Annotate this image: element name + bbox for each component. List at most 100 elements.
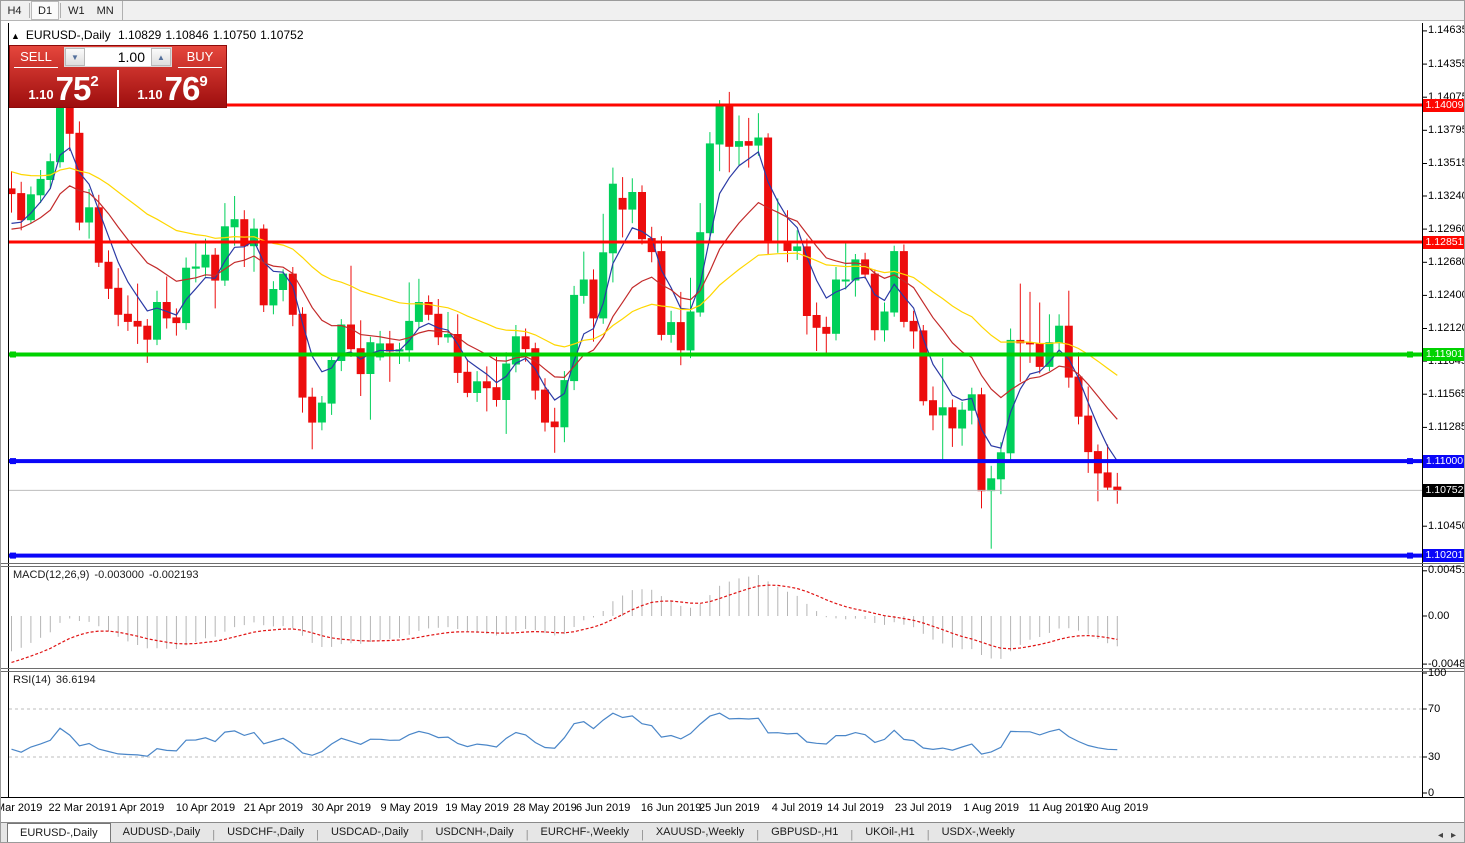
chart-canvas[interactable] bbox=[1, 21, 1465, 843]
current-price-badge: 1.10752 bbox=[1423, 484, 1465, 497]
sell-price-main: 75 bbox=[56, 70, 91, 108]
price-axis-tick: 1.14635 bbox=[1428, 24, 1465, 37]
buy-price[interactable]: 1.10 76 9 bbox=[119, 68, 226, 109]
date-axis-label: 9 May 2019 bbox=[380, 802, 437, 814]
macd-main-value: -0.003000 bbox=[94, 569, 144, 581]
symbol-tab-ukoil-h1[interactable]: UKOil-,H1 bbox=[853, 823, 927, 843]
timeframe-button-w1[interactable]: W1 bbox=[62, 1, 91, 20]
price-level-badge: 1.12851 bbox=[1423, 236, 1465, 249]
price-axis-border bbox=[1422, 23, 1423, 797]
macd-name: MACD(12,26,9) bbox=[13, 569, 89, 581]
hline-1.11000 bbox=[9, 459, 1422, 463]
tab-nav: ◂▸ bbox=[1428, 827, 1465, 843]
rsi-axis-tick: 100 bbox=[1428, 667, 1446, 680]
price-axis-tick: 1.10450 bbox=[1428, 520, 1465, 533]
hline-1.10201 bbox=[9, 554, 1422, 558]
rsi-name: RSI(14) bbox=[13, 674, 51, 686]
date-axis-label: 23 Jul 2019 bbox=[895, 802, 952, 814]
chart-symbol-label: EURUSD-,Daily bbox=[26, 28, 111, 42]
date-axis-label: 11 Aug 2019 bbox=[1029, 802, 1090, 814]
symbol-tab-eurusd-daily[interactable]: EURUSD-,Daily bbox=[7, 823, 111, 843]
sell-button[interactable]: SELL bbox=[10, 46, 62, 68]
date-axis-label: 4 Jul 2019 bbox=[772, 802, 823, 814]
pane-splitter[interactable] bbox=[1, 563, 1465, 564]
sell-price-handle: 1.10 bbox=[28, 87, 53, 102]
sell-price[interactable]: 1.10 75 2 bbox=[10, 68, 117, 109]
symbol-tab-gbpusd-h1[interactable]: GBPUSD-,H1 bbox=[759, 823, 850, 843]
timeframe-button-d1[interactable]: D1 bbox=[31, 1, 59, 20]
toolbar-separator bbox=[29, 3, 30, 18]
price-axis-tick: 1.14355 bbox=[1428, 58, 1465, 71]
ma-slow-line bbox=[12, 168, 1118, 375]
toolbar-separator bbox=[122, 1, 123, 20]
symbol-tab-xauusd-weekly[interactable]: XAUUSD-,Weekly bbox=[644, 823, 756, 843]
buy-price-handle: 1.10 bbox=[137, 87, 162, 102]
chart-title: ▲ EURUSD-,Daily 1.10829 1.10846 1.10750 1.10… bbox=[11, 28, 308, 42]
rsi-axis-tick: 30 bbox=[1428, 751, 1440, 764]
date-axis-label: 1 Apr 2019 bbox=[111, 802, 164, 814]
date-axis-label: 19 May 2019 bbox=[445, 802, 509, 814]
buy-button[interactable]: BUY bbox=[174, 46, 226, 68]
ohlc-close: 1.10752 bbox=[260, 28, 303, 42]
hline-1.11901 bbox=[9, 353, 1422, 357]
volume-increase-icon[interactable]: ▲ bbox=[151, 48, 171, 66]
macd-axis-tick: 0.00 bbox=[1428, 610, 1449, 623]
sell-price-pip: 2 bbox=[90, 73, 98, 90]
rsi-axis-tick: 70 bbox=[1428, 703, 1440, 716]
symbol-tab-usdchf-daily[interactable]: USDCHF-,Daily bbox=[215, 823, 316, 843]
macd-signal-value: -0.002193 bbox=[149, 569, 199, 581]
date-axis-label: 30 Apr 2019 bbox=[312, 802, 371, 814]
chart-tab-bar: EURUSD-,DailyAUDUSD-,Daily|USDCHF-,Daily… bbox=[1, 822, 1465, 843]
date-axis-label: 28 May 2019 bbox=[513, 802, 577, 814]
timeframe-button-h4[interactable]: H4 bbox=[1, 1, 28, 20]
volume-spinner: ▼ 1.00 ▲ bbox=[64, 47, 172, 67]
tab-scroll-left-icon[interactable]: ◂ bbox=[1438, 830, 1443, 841]
date-axis-label: 25 Jun 2019 bbox=[699, 802, 760, 814]
ohlc-open: 1.10829 bbox=[118, 28, 161, 42]
symbol-tab-audusd-daily[interactable]: AUDUSD-,Daily bbox=[111, 823, 213, 843]
date-axis-label: 1 Aug 2019 bbox=[963, 802, 1019, 814]
buy-price-pip: 9 bbox=[199, 73, 207, 90]
volume-input[interactable]: 1.00 bbox=[85, 48, 151, 66]
collapse-panel-icon[interactable]: ▲ bbox=[11, 31, 20, 41]
price-axis-tick: 1.12680 bbox=[1428, 256, 1465, 269]
pane-splitter[interactable] bbox=[1, 566, 1465, 567]
pane-splitter[interactable] bbox=[1, 671, 1465, 672]
symbol-tab-usdcad-daily[interactable]: USDCAD-,Daily bbox=[319, 823, 421, 843]
symbol-tab-usdcnh-daily[interactable]: USDCNH-,Daily bbox=[423, 823, 525, 843]
price-axis-tick: 1.13795 bbox=[1428, 124, 1465, 137]
toolbar-separator bbox=[60, 3, 61, 18]
date-axis-label: 6 Jun 2019 bbox=[576, 802, 630, 814]
symbol-tab-usdx-weekly[interactable]: USDX-,Weekly bbox=[930, 823, 1027, 843]
rsi-value: 36.6194 bbox=[56, 674, 96, 686]
price-level-badge: 1.10201 bbox=[1423, 549, 1465, 562]
macd-indicator-label: MACD(12,26,9) -0.003000 -0.002193 bbox=[13, 569, 204, 581]
price-axis-tick: 1.13515 bbox=[1428, 157, 1465, 170]
pane-splitter[interactable] bbox=[1, 668, 1465, 669]
rsi-indicator-label: RSI(14) 36.6194 bbox=[13, 674, 101, 686]
macd-axis-tick: 0.004517 bbox=[1428, 564, 1465, 577]
one-click-trading-panel: SELL ▼ 1.00 ▲ BUY 1.10 75 2 1.10 76 bbox=[9, 45, 227, 108]
timeframe-button-mn[interactable]: MN bbox=[91, 1, 120, 20]
ohlc-low: 1.10750 bbox=[213, 28, 256, 42]
price-axis-tick: 1.12400 bbox=[1428, 289, 1465, 302]
date-axis-label: 14 Jul 2019 bbox=[827, 802, 884, 814]
ohlc-high: 1.10846 bbox=[165, 28, 208, 42]
chart-window: ▲ EURUSD-,Daily 1.10829 1.10846 1.10750 1.10… bbox=[1, 21, 1465, 843]
tab-scroll-right-icon[interactable]: ▸ bbox=[1451, 830, 1456, 841]
date-axis-label: 20 Aug 2019 bbox=[1086, 802, 1148, 814]
price-axis-tick: 1.11565 bbox=[1428, 388, 1465, 401]
price-axis-tick: 1.12960 bbox=[1428, 223, 1465, 236]
plot-left-border bbox=[8, 23, 9, 797]
trading-app-window: H4D1W1MN ▲ EURUSD-,Daily 1.10829 1.10846 1.… bbox=[0, 0, 1465, 843]
price-axis-tick: 1.11285 bbox=[1428, 421, 1465, 434]
timeframe-toolbar: H4D1W1MN bbox=[1, 1, 1465, 21]
date-axis[interactable]: 13 Mar 201922 Mar 20191 Apr 201910 Apr 2… bbox=[1, 798, 1465, 822]
price-level-badge: 1.14009 bbox=[1423, 99, 1465, 112]
rsi-line bbox=[12, 713, 1118, 756]
buy-price-main: 76 bbox=[165, 70, 200, 108]
date-axis-label: 16 Jun 2019 bbox=[641, 802, 702, 814]
symbol-tab-eurchf-weekly[interactable]: EURCHF-,Weekly bbox=[529, 823, 641, 843]
price-axis-tick: 1.12120 bbox=[1428, 322, 1465, 335]
volume-decrease-icon[interactable]: ▼ bbox=[65, 48, 85, 66]
